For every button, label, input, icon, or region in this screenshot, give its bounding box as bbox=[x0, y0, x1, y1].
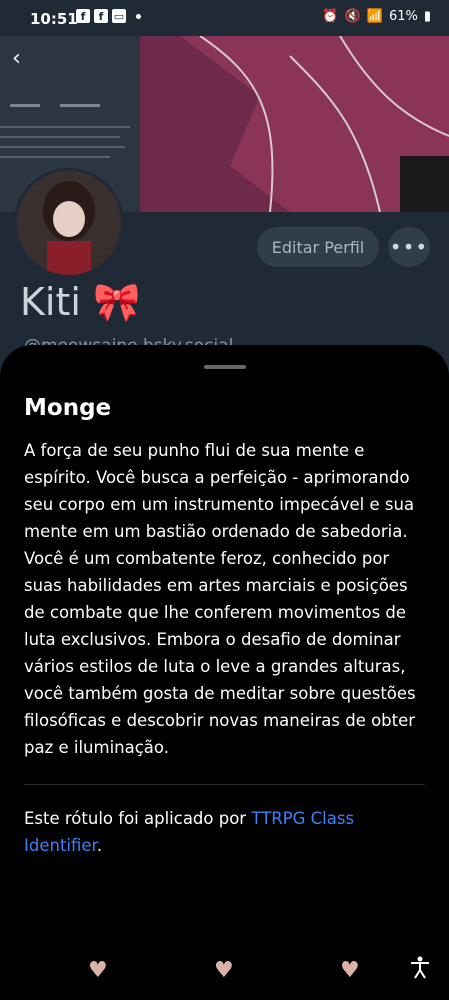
avatar-image bbox=[17, 171, 121, 275]
label-info-bottom-sheet: Monge A força de seu punho flui de sua m… bbox=[0, 345, 449, 1000]
status-right: ⏰ 🔇 📶 61% ▮ bbox=[322, 9, 431, 24]
bottom-nav: ♥ ♥ ♥ bbox=[0, 948, 449, 1000]
applied-by-prefix: Este rótulo foi aplicado por bbox=[24, 809, 252, 828]
alarm-icon: ⏰ bbox=[322, 9, 339, 24]
facebook-icon: f bbox=[76, 9, 90, 23]
wifi-icon: 📶 bbox=[366, 9, 383, 24]
heart-icon[interactable]: ♥ bbox=[214, 958, 234, 983]
sheet-drag-handle[interactable] bbox=[204, 365, 246, 369]
status-time: 10:51 bbox=[30, 10, 78, 28]
more-notifications-icon bbox=[136, 13, 141, 19]
profile-display-name: Kiti 🎀 bbox=[20, 280, 141, 324]
battery-text: 61% bbox=[388, 9, 418, 24]
banner-flower-image bbox=[140, 36, 449, 212]
facebook-icon: f bbox=[94, 9, 108, 23]
back-button[interactable]: ‹ bbox=[12, 46, 21, 71]
heart-icon[interactable]: ♥ bbox=[88, 958, 108, 983]
edit-profile-button[interactable]: Editar Perfil bbox=[257, 227, 379, 267]
twitch-icon: ▭ bbox=[112, 9, 126, 23]
avatar[interactable] bbox=[14, 168, 124, 278]
label-applied-by: Este rótulo foi aplicado por TTRPG Class… bbox=[24, 805, 424, 859]
label-description: A força de seu punho flui de sua mente e… bbox=[24, 441, 416, 757]
status-bar: 10:51 f f ▭ ⏰ 🔇 📶 61% ▮ bbox=[0, 0, 449, 36]
divider bbox=[24, 784, 425, 785]
battery-icon: ▮ bbox=[423, 9, 431, 24]
applied-by-suffix: . bbox=[96, 836, 103, 855]
accessibility-icon[interactable] bbox=[409, 956, 431, 986]
heart-icon[interactable]: ♥ bbox=[340, 958, 360, 983]
label-title: Monge bbox=[24, 395, 112, 421]
notification-icons: f f ▭ bbox=[76, 9, 141, 23]
mute-icon: 🔇 bbox=[344, 9, 361, 24]
more-options-button[interactable]: ••• bbox=[388, 227, 430, 267]
